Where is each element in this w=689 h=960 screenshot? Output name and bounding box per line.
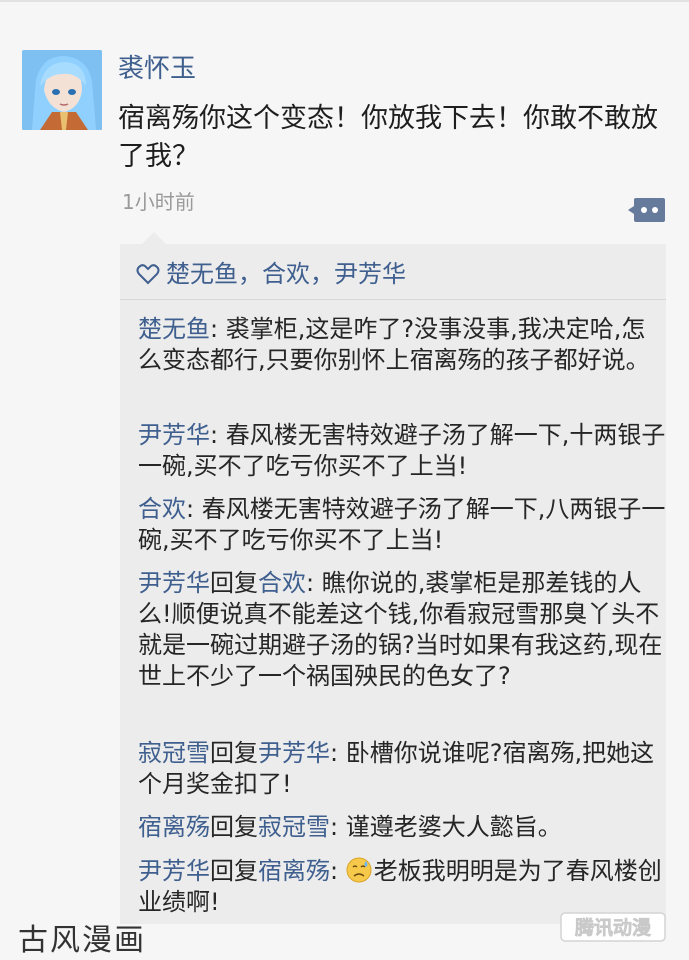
reply-word: 回复 bbox=[210, 857, 258, 885]
comment-item: 尹芳华: 春风楼无害特效避子汤了解一下,十两银子一碗,买不了吃亏你买不了上当! bbox=[138, 420, 666, 482]
comment-author[interactable]: 楚无鱼 bbox=[138, 315, 210, 343]
comment-bubble-icon bbox=[628, 198, 665, 222]
comment-options-button[interactable] bbox=[628, 196, 666, 224]
reply-word: 回复 bbox=[210, 569, 258, 597]
watermark-gufeng: 古风漫画 bbox=[18, 923, 146, 958]
comment-item: 尹芳华回复合欢: 瞧你说的,裘掌柜是那差钱的人么!顺便说真不能差这个钱,你看寂冠… bbox=[138, 568, 666, 692]
reply-target[interactable]: 寂冠雪 bbox=[258, 813, 330, 841]
comment-author[interactable]: 合欢 bbox=[138, 495, 186, 523]
comment-item: 尹芳华回复宿离殇: 老板我明明是为了春风楼创业绩啊! bbox=[138, 856, 666, 918]
comment-item: 宿离殇回复寂冠雪: 谨遵老婆大人懿旨。 bbox=[138, 812, 666, 843]
comment-text: : 谨遵老婆大人懿旨。 bbox=[330, 813, 562, 841]
top-divider bbox=[0, 0, 689, 2]
comment-prefix: : bbox=[330, 857, 346, 885]
post-content: 宿离殇你这个变态！你放我下去！你敢不敢放了我？ bbox=[118, 103, 658, 172]
post-time: 1小时前 bbox=[122, 190, 195, 214]
avatar[interactable] bbox=[22, 50, 102, 130]
comment-author[interactable]: 寂冠雪 bbox=[138, 739, 210, 767]
comment-author[interactable]: 尹芳华 bbox=[138, 569, 210, 597]
comment-text: : 春风楼无害特效避子汤了解一下,八两银子一碗,买不了吃亏你买不了上当! bbox=[138, 495, 666, 554]
comment-text: : 春风楼无害特效避子汤了解一下,十两银子一碗,买不了吃亏你买不了上当! bbox=[138, 421, 666, 480]
comments-pointer bbox=[142, 232, 166, 244]
comment-item: 寂冠雪回复尹芳华: 卧槽你说谁呢?宿离殇,把她这个月奖金扣了! bbox=[138, 738, 666, 800]
comment-author[interactable]: 尹芳华 bbox=[138, 421, 210, 449]
heart-icon bbox=[136, 264, 160, 285]
reply-word: 回复 bbox=[210, 739, 258, 767]
reply-target[interactable]: 合欢 bbox=[258, 569, 306, 597]
reply-word: 回复 bbox=[210, 813, 258, 841]
svg-text:腾讯动漫: 腾讯动漫 bbox=[574, 916, 652, 939]
comment-author[interactable]: 尹芳华 bbox=[138, 857, 210, 885]
likes-names[interactable]: 楚无鱼，合欢，尹芳华 bbox=[166, 254, 406, 294]
comment-author[interactable]: 宿离殇 bbox=[138, 813, 210, 841]
poster-name[interactable]: 裘怀玉 bbox=[118, 52, 196, 86]
reply-target[interactable]: 尹芳华 bbox=[258, 739, 330, 767]
sad-sweat-emoji-icon bbox=[346, 857, 372, 883]
comment-text: : 裘掌柜,这是咋了?没事没事,我决定哈,怎么变态都行,只要你别怀上宿离殇的孩子… bbox=[138, 315, 650, 374]
avatar-portrait-icon bbox=[22, 50, 102, 130]
comment-item: 楚无鱼: 裘掌柜,这是咋了?没事没事,我决定哈,怎么变态都行,只要你别怀上宿离殇… bbox=[138, 314, 666, 376]
likes-row: 楚无鱼，合欢，尹芳华 bbox=[136, 254, 406, 294]
watermark-tencent-logo: 腾讯动漫 bbox=[560, 910, 666, 944]
likes-divider bbox=[120, 299, 666, 300]
comment-item: 合欢: 春风楼无害特效避子汤了解一下,八两银子一碗,买不了吃亏你买不了上当! bbox=[138, 494, 666, 556]
reply-target[interactable]: 宿离殇 bbox=[258, 857, 330, 885]
